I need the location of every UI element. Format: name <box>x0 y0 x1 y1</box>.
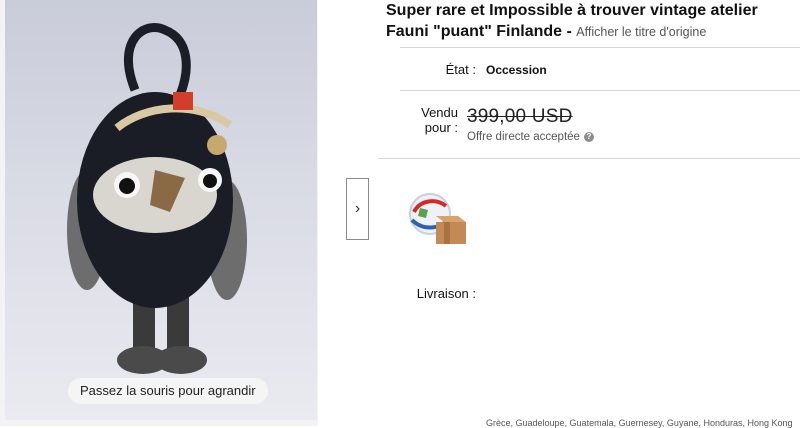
sold-label-line2: pour : <box>424 120 458 135</box>
image-gallery[interactable]: Passez la souris pour agrandir <box>0 0 318 426</box>
listing-details: Super rare et Impossible à trouver vinta… <box>378 0 800 428</box>
view-original-title-link[interactable]: Afficher le titre d'origine <box>576 25 706 39</box>
owl-figurine-image <box>67 23 247 374</box>
divider <box>400 47 800 48</box>
condition-label: État : <box>445 62 476 77</box>
sold-label: Vendu pour : <box>398 105 458 135</box>
divider <box>378 158 800 159</box>
product-photo[interactable] <box>5 0 317 420</box>
condition-value: Occession <box>486 63 547 77</box>
best-offer-note: Offre directe acceptée ? <box>467 131 594 143</box>
listing-title: Super rare et Impossible à trouver vinta… <box>386 0 796 43</box>
title-separator: - <box>562 23 577 40</box>
global-shipping-icon <box>406 190 472 253</box>
chevron-right-icon: › <box>354 200 361 217</box>
shipping-countries: Grèce, Guadeloupe, Guatemala, Guernesey,… <box>486 418 793 428</box>
next-image-button[interactable]: › <box>346 178 369 240</box>
sold-label-line1: Vendu <box>421 105 458 120</box>
zoom-hint: Passez la souris pour agrandir <box>68 378 268 404</box>
sold-price: 399,00 USD <box>467 106 573 127</box>
offer-text: Offre directe acceptée <box>467 131 580 143</box>
shipping-label: Livraison : <box>416 286 476 301</box>
help-icon[interactable]: ? <box>583 132 594 142</box>
divider <box>400 90 800 91</box>
